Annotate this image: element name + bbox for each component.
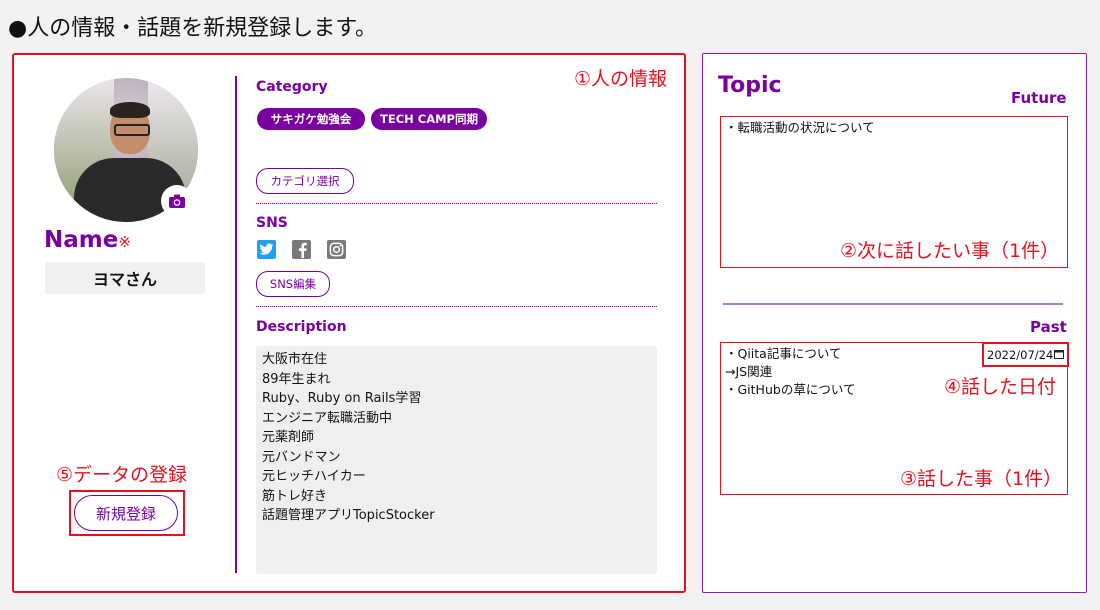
annotation-future: ②次に話したい事（1件）: [840, 240, 1060, 262]
category-select-button[interactable]: カテゴリ選択: [256, 168, 354, 194]
page-heading: ●人の情報・話題を新規登録します。: [8, 16, 377, 41]
annotation-date: ④話した日付: [944, 376, 1057, 398]
past-date-value: 2022/07/24: [987, 347, 1054, 362]
description-line: 元バンドマン: [262, 449, 341, 465]
future-label: Future: [1011, 89, 1067, 107]
divider: [235, 76, 237, 573]
annotation-register: ⑤データの登録: [56, 464, 188, 486]
name-label: Name※: [44, 227, 131, 253]
future-topic-line: ・転職活動の状況について: [725, 120, 875, 135]
description-line: 元薬剤師: [262, 430, 315, 445]
category-title: Category: [256, 79, 328, 95]
description-line: Ruby、Ruby on Rails学習: [262, 391, 422, 406]
annotation-past: ③話した事（1件）: [900, 468, 1063, 490]
description-line: 筋トレ好き: [262, 488, 328, 504]
divider: [723, 303, 1063, 305]
calendar-icon[interactable]: [1054, 348, 1064, 362]
description-title: Description: [256, 319, 347, 335]
register-highlight: 新規登録: [69, 490, 185, 536]
person-info-panel: ①人の情報 Name※ ヨマさん ⑤データの登録 新規登録 Category サ…: [12, 53, 686, 593]
description-line: 元ヒッチハイカー: [262, 469, 366, 484]
past-date-input[interactable]: 2022/07/24: [982, 342, 1069, 367]
twitter-icon[interactable]: [257, 240, 276, 259]
category-chip: サキガケ勉強会: [257, 108, 365, 130]
name-field[interactable]: ヨマさん: [45, 262, 205, 294]
topic-panel: Topic Future ・転職活動の状況について ②次に話したい事（1件） P…: [702, 53, 1087, 593]
description-line: 話題管理アプリTopicStocker: [262, 508, 435, 523]
sns-edit-button[interactable]: SNS編集: [256, 271, 330, 297]
description-line: 大阪市在住: [262, 352, 328, 367]
divider: [256, 203, 657, 204]
sns-title: SNS: [256, 215, 288, 231]
category-chip: TECH CAMP同期: [371, 108, 487, 130]
required-mark: ※: [118, 233, 131, 251]
divider: [256, 306, 657, 307]
past-label: Past: [1030, 318, 1067, 336]
register-button[interactable]: 新規登録: [74, 495, 178, 531]
instagram-icon[interactable]: [327, 240, 346, 259]
description-line: エンジニア転職活動中: [262, 410, 393, 426]
description-line: 89年生まれ: [262, 371, 331, 387]
topic-title: Topic: [718, 73, 782, 98]
camera-icon[interactable]: [161, 185, 193, 217]
facebook-icon[interactable]: [292, 240, 311, 259]
annotation-person-info: ①人の情報: [574, 68, 668, 90]
description-textarea[interactable]: 大阪市在住 89年生まれ Ruby、Ruby on Rails学習 エンジニア転…: [256, 346, 657, 574]
